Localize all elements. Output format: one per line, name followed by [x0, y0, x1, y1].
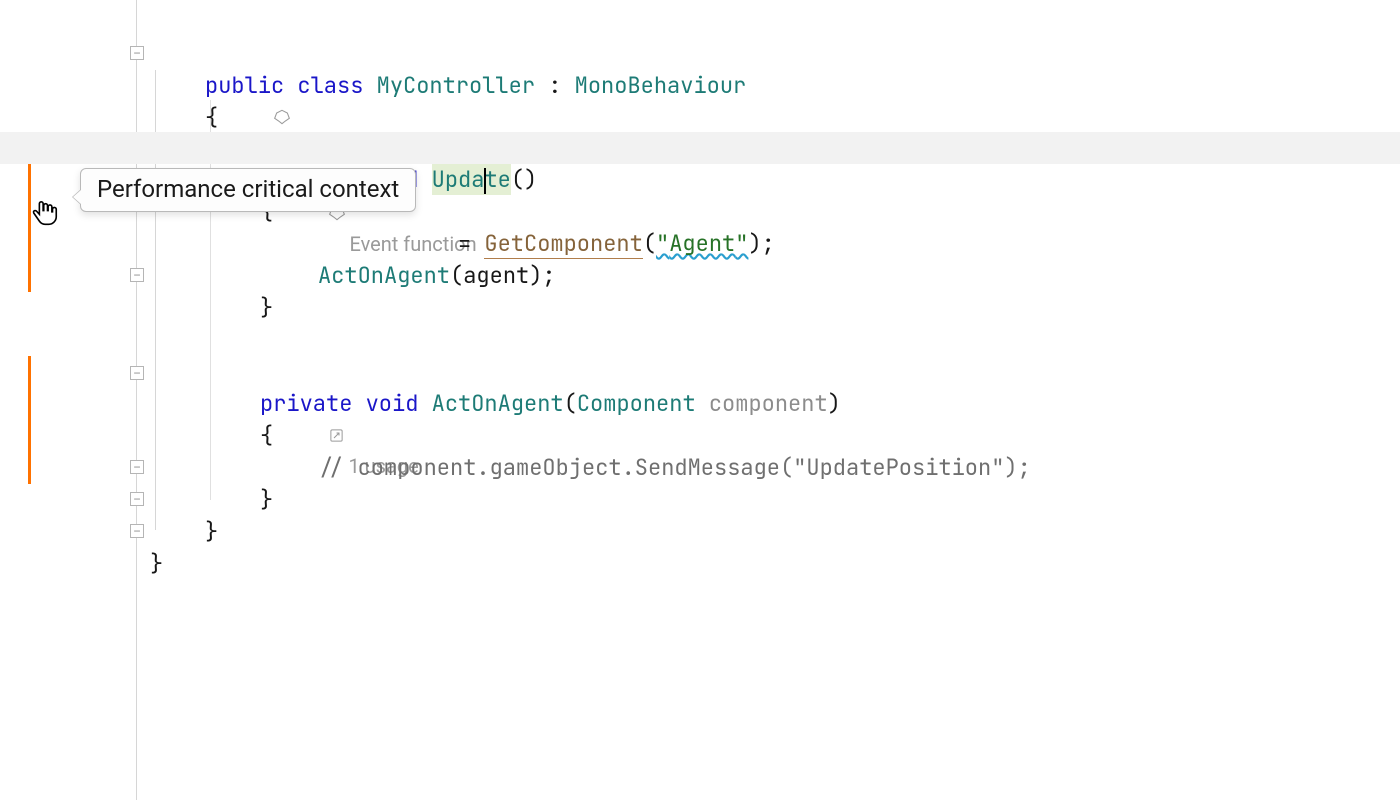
- brace-close: }: [260, 292, 273, 324]
- code-editor[interactable]: Scripting component public class MyContr…: [0, 0, 1400, 800]
- tooltip-text: Performance critical context: [97, 175, 399, 203]
- current-line: private void Update(): [0, 132, 1400, 164]
- tooltip: Performance critical context: [80, 168, 416, 212]
- hand-cursor-icon: [30, 198, 60, 235]
- brace-close: }: [150, 548, 163, 580]
- tooltip-tail-icon: [72, 189, 81, 205]
